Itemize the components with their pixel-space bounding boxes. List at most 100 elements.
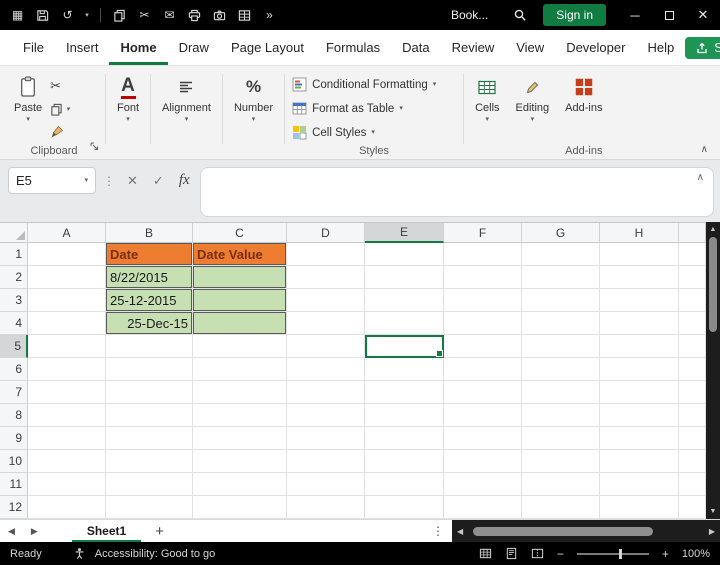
cell-F3[interactable] bbox=[444, 289, 522, 312]
cell-E4[interactable] bbox=[365, 312, 444, 335]
cell-C10[interactable] bbox=[193, 450, 287, 473]
cell-H2[interactable] bbox=[600, 266, 679, 289]
cell-F7[interactable] bbox=[444, 381, 522, 404]
row-header-1[interactable]: 1 bbox=[0, 243, 28, 266]
normal-view-icon[interactable] bbox=[479, 547, 492, 560]
cell-G8[interactable] bbox=[522, 404, 600, 427]
accessibility-status[interactable]: Accessibility: Good to go bbox=[95, 548, 215, 560]
scroll-down-icon[interactable]: ▼ bbox=[710, 507, 717, 516]
cell-D9[interactable] bbox=[287, 427, 365, 450]
cell-A1[interactable] bbox=[28, 243, 106, 266]
cell-H3[interactable] bbox=[600, 289, 679, 312]
cell-G11[interactable] bbox=[522, 473, 600, 496]
mail-icon[interactable]: ✉ bbox=[160, 6, 179, 25]
cell-G9[interactable] bbox=[522, 427, 600, 450]
cell-D4[interactable] bbox=[287, 312, 365, 335]
sign-in-button[interactable]: Sign in bbox=[543, 4, 606, 26]
cell-B3[interactable]: 25-12-2015 bbox=[106, 289, 193, 312]
row-header-11[interactable]: 11 bbox=[0, 473, 28, 496]
sheet-options-icon[interactable]: ⋮ bbox=[432, 524, 444, 538]
cell-E2[interactable] bbox=[365, 266, 444, 289]
cell-B1[interactable]: Date bbox=[106, 243, 193, 266]
zoom-level[interactable]: 100% bbox=[682, 548, 710, 560]
cell-F12[interactable] bbox=[444, 496, 522, 519]
sheet-tab-sheet1[interactable]: Sheet1 bbox=[71, 520, 142, 542]
row-header-8[interactable]: 8 bbox=[0, 404, 28, 427]
alignment-menu-button[interactable]: Alignment ▾ bbox=[154, 71, 219, 126]
row-header-7[interactable]: 7 bbox=[0, 381, 28, 404]
tab-view[interactable]: View bbox=[505, 30, 555, 65]
zoom-slider[interactable] bbox=[576, 548, 649, 559]
column-header-H[interactable]: H bbox=[600, 223, 679, 243]
share-button[interactable]: Share ▾ bbox=[685, 36, 720, 59]
add-sheet-button[interactable]: + bbox=[141, 523, 178, 540]
cell-B6[interactable] bbox=[106, 358, 193, 381]
format-as-table-button[interactable]: Format as Table ▾ bbox=[288, 97, 403, 120]
cell-B7[interactable] bbox=[106, 381, 193, 404]
cell-D2[interactable] bbox=[287, 266, 365, 289]
row-header-4[interactable]: 4 bbox=[0, 312, 28, 335]
undo-icon[interactable]: ↺ bbox=[58, 6, 77, 25]
tab-formulas[interactable]: Formulas bbox=[315, 30, 391, 65]
tab-draw[interactable]: Draw bbox=[168, 30, 220, 65]
more-commands-icon[interactable]: » bbox=[260, 6, 279, 25]
cell-E8[interactable] bbox=[365, 404, 444, 427]
row-header-3[interactable]: 3 bbox=[0, 289, 28, 312]
cell-B4[interactable]: 25-Dec-15 bbox=[106, 312, 193, 335]
cell-F1[interactable] bbox=[444, 243, 522, 266]
sheet-nav-right-icon[interactable]: ▶ bbox=[23, 526, 46, 537]
tab-insert[interactable]: Insert bbox=[55, 30, 110, 65]
cut-button[interactable]: ✂ bbox=[50, 77, 70, 95]
addins-button[interactable]: Add-ins bbox=[557, 71, 610, 117]
cell-E10[interactable] bbox=[365, 450, 444, 473]
cancel-icon[interactable]: ✕ bbox=[122, 167, 143, 194]
cell-A11[interactable] bbox=[28, 473, 106, 496]
row-header-5[interactable]: 5 bbox=[0, 335, 28, 358]
print-icon[interactable] bbox=[185, 6, 204, 25]
font-menu-button[interactable]: A Font ▾ bbox=[109, 71, 147, 126]
cell-G4[interactable] bbox=[522, 312, 600, 335]
cell-B2[interactable]: 8/22/2015 bbox=[106, 266, 193, 289]
cell-D3[interactable] bbox=[287, 289, 365, 312]
cell-H1[interactable] bbox=[600, 243, 679, 266]
zoom-slider-thumb[interactable] bbox=[618, 548, 622, 559]
accessibility-icon[interactable] bbox=[73, 547, 86, 560]
copy-button[interactable]: ▾ bbox=[50, 100, 70, 118]
cell-C8[interactable] bbox=[193, 404, 287, 427]
tab-review[interactable]: Review bbox=[441, 30, 506, 65]
sheet-nav-left-icon[interactable]: ◀ bbox=[0, 526, 23, 537]
cell-A8[interactable] bbox=[28, 404, 106, 427]
cell-C12[interactable] bbox=[193, 496, 287, 519]
cell-H4[interactable] bbox=[600, 312, 679, 335]
clipboard-dialog-launcher-icon[interactable] bbox=[90, 138, 99, 156]
cell-E12[interactable] bbox=[365, 496, 444, 519]
cell-G10[interactable] bbox=[522, 450, 600, 473]
cell-A2[interactable] bbox=[28, 266, 106, 289]
cell-D7[interactable] bbox=[287, 381, 365, 404]
cell-F8[interactable] bbox=[444, 404, 522, 427]
row-header-9[interactable]: 9 bbox=[0, 427, 28, 450]
column-header-E[interactable]: E bbox=[365, 223, 444, 243]
cell-A9[interactable] bbox=[28, 427, 106, 450]
cell-D5[interactable] bbox=[287, 335, 365, 358]
vertical-scroll-thumb[interactable] bbox=[709, 237, 717, 332]
cell-D10[interactable] bbox=[287, 450, 365, 473]
cell-A7[interactable] bbox=[28, 381, 106, 404]
column-header-F[interactable]: F bbox=[444, 223, 522, 243]
copy-icon[interactable] bbox=[110, 6, 129, 25]
cell-B5[interactable] bbox=[106, 335, 193, 358]
collapse-ribbon-icon[interactable]: ∧ bbox=[701, 144, 708, 155]
insert-function-icon[interactable]: fx bbox=[174, 167, 195, 194]
cell-G2[interactable] bbox=[522, 266, 600, 289]
row-header-10[interactable]: 10 bbox=[0, 450, 28, 473]
cell-C6[interactable] bbox=[193, 358, 287, 381]
page-break-view-icon[interactable] bbox=[531, 547, 544, 560]
horizontal-scrollbar[interactable]: ◀ ▶ bbox=[452, 520, 720, 542]
formula-input[interactable]: ∧ bbox=[199, 167, 714, 217]
tab-data[interactable]: Data bbox=[391, 30, 440, 65]
cell-A6[interactable] bbox=[28, 358, 106, 381]
cell-H12[interactable] bbox=[600, 496, 679, 519]
cell-C2[interactable] bbox=[193, 266, 287, 289]
table-icon[interactable] bbox=[235, 6, 254, 25]
cell-E6[interactable] bbox=[365, 358, 444, 381]
